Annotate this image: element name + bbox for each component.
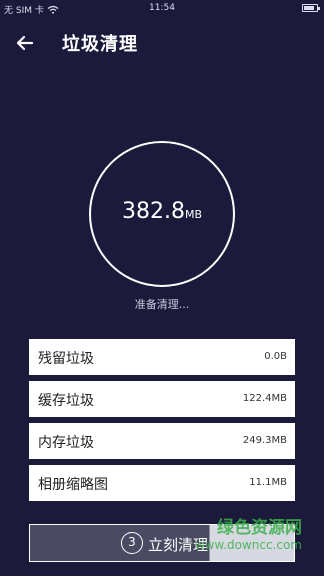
list-item-thumbnails[interactable]: 相册缩略图 11.1MB [29, 465, 295, 501]
watermark-logo: 绿色资源网 www.downcc.com [195, 520, 302, 554]
junk-size-display: 382.8MB [91, 199, 233, 224]
list-item-residual-junk[interactable]: 残留垃圾 0.0B [29, 339, 295, 375]
item-label: 内存垃圾 [38, 435, 94, 451]
junk-size-ring: 382.8MB [89, 141, 235, 287]
list-item-memory-junk[interactable]: 内存垃圾 249.3MB [29, 423, 295, 459]
watermark-text: 绿色资源网 [217, 518, 302, 538]
status-bar: 无 SIM 卡 11:54 [0, 0, 324, 18]
item-size: 11.1MB [249, 477, 287, 488]
item-size: 0.0B [264, 351, 287, 362]
list-item-cache-junk[interactable]: 缓存垃圾 122.4MB [29, 381, 295, 417]
scan-status: 准备清理... [134, 298, 190, 311]
junk-size-unit: MB [184, 208, 203, 221]
app-bar: 垃圾清理 [0, 22, 324, 62]
item-label: 缓存垃圾 [38, 393, 94, 409]
countdown-badge: 3 [121, 532, 143, 554]
watermark-url: www.downcc.com [194, 538, 302, 552]
arrow-left-icon [16, 35, 34, 51]
junk-category-list: 残留垃圾 0.0B 缓存垃圾 122.4MB 内存垃圾 249.3MB 相册缩略… [29, 339, 295, 507]
status-time: 11:54 [149, 3, 175, 13]
item-size: 249.3MB [242, 435, 287, 446]
battery-icon [302, 4, 320, 12]
item-label: 残留垃圾 [38, 351, 94, 367]
junk-size-value: 382.8 [121, 199, 185, 224]
back-button[interactable] [12, 30, 38, 56]
item-label: 相册缩略图 [38, 477, 108, 493]
item-size: 122.4MB [242, 393, 287, 404]
page-title: 垃圾清理 [62, 34, 138, 55]
